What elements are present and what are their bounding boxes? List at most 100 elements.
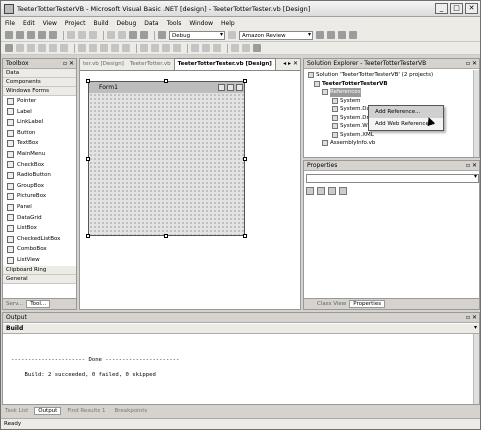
resize-handle-top-left[interactable]: [86, 79, 90, 83]
output-source-dropdown[interactable]: Build: [3, 323, 479, 334]
tree-reference-system[interactable]: System: [304, 97, 479, 106]
toolbox-icon[interactable]: [338, 31, 346, 39]
properties-icon[interactable]: [327, 31, 335, 39]
toolbox-item-groupbox[interactable]: GroupBox: [3, 181, 76, 192]
tab-class-view[interactable]: Class View: [314, 301, 349, 307]
nav-forward-icon[interactable]: [140, 31, 148, 39]
nav-back-icon[interactable]: [129, 31, 137, 39]
minimize-button[interactable]: _: [435, 3, 448, 14]
make-same-height-icon[interactable]: [100, 44, 108, 52]
menu-tools[interactable]: Tools: [167, 20, 182, 27]
align-rights-icon[interactable]: [27, 44, 35, 52]
toolbox-item-textbox[interactable]: TextBox: [3, 138, 76, 149]
tree-reference-system-xml[interactable]: System.XML: [304, 131, 479, 140]
vertical-spacing-icon[interactable]: [191, 44, 199, 52]
menu-help[interactable]: Help: [221, 20, 235, 27]
toolbox-item-combobox[interactable]: ComboBox: [3, 244, 76, 255]
size-to-grid-icon[interactable]: [122, 44, 130, 52]
resize-handle-right[interactable]: [243, 157, 247, 161]
tree-assemblyinfo[interactable]: AssemblyInfo.vb: [304, 139, 479, 148]
decrease-spacing-icon[interactable]: [162, 44, 170, 52]
resize-handle-top[interactable]: [164, 79, 168, 83]
tab-properties[interactable]: Properties: [349, 300, 386, 308]
menu-window[interactable]: Window: [189, 20, 213, 27]
solution-config-dropdown[interactable]: Debug: [169, 30, 225, 40]
tab-task-list[interactable]: Task List: [2, 408, 31, 414]
undo-icon[interactable]: [107, 31, 115, 39]
tab-server-explorer[interactable]: Serv...: [3, 301, 26, 307]
increase-spacing-icon[interactable]: [151, 44, 159, 52]
cut-icon[interactable]: [67, 31, 75, 39]
new-project-icon[interactable]: [5, 31, 13, 39]
toolbox-item-pointer[interactable]: Pointer: [3, 96, 76, 107]
toolbox-category-clipboard-ring[interactable]: Clipboard Ring: [3, 265, 76, 275]
tab-output[interactable]: Output: [34, 407, 62, 415]
pin-close-icon[interactable]: ▫ ✕: [466, 313, 477, 323]
toolbox-item-button[interactable]: Button: [3, 128, 76, 139]
menu-file[interactable]: File: [5, 20, 15, 27]
toolbox-category-components[interactable]: Components: [3, 78, 76, 87]
make-same-width-icon[interactable]: [89, 44, 97, 52]
object-selector-dropdown[interactable]: [306, 173, 479, 183]
toolbox-item-checkedlistbox[interactable]: CheckedListBox: [3, 234, 76, 245]
toolbox-item-datagrid[interactable]: DataGrid: [3, 213, 76, 224]
horizontal-spacing-icon[interactable]: [140, 44, 148, 52]
bring-to-front-icon[interactable]: [231, 44, 239, 52]
pin-close-icon[interactable]: ▫ ✕: [466, 59, 477, 69]
save-all-icon[interactable]: [49, 31, 57, 39]
maximize-button[interactable]: □: [450, 3, 463, 14]
redo-icon[interactable]: [118, 31, 126, 39]
toolbox-item-radiobutton[interactable]: RadioButton: [3, 170, 76, 181]
align-tops-icon[interactable]: [38, 44, 46, 52]
form1-designer[interactable]: Form1: [88, 81, 245, 236]
doc-tab-tester-design[interactable]: ter.vb [Design]: [80, 59, 127, 70]
toolbox-item-mainmenu[interactable]: MainMenu: [3, 149, 76, 160]
menu-view[interactable]: View: [43, 20, 57, 27]
add-item-icon[interactable]: [16, 31, 24, 39]
tab-toolbox[interactable]: Tool...: [26, 300, 51, 308]
resize-handle-left[interactable]: [86, 157, 90, 161]
tab-nav-close-icon[interactable]: ◂ ▸ ✕: [283, 60, 298, 67]
toolbox-category-data[interactable]: Data: [3, 69, 76, 78]
output-scrollbar[interactable]: [473, 334, 479, 404]
toolbox-item-checkbox[interactable]: CheckBox: [3, 160, 76, 171]
align-centers-icon[interactable]: [16, 44, 24, 52]
solution-explorer-icon[interactable]: [316, 31, 324, 39]
make-same-size-icon[interactable]: [111, 44, 119, 52]
align-lefts-icon[interactable]: [5, 44, 13, 52]
menu-project[interactable]: Project: [65, 20, 86, 27]
toolbox-item-label[interactable]: Label: [3, 107, 76, 118]
toolbox-item-listbox[interactable]: ListBox: [3, 223, 76, 234]
toolbox-category-windows-forms[interactable]: Windows Forms: [3, 87, 76, 96]
find-dropdown[interactable]: Amazon Review: [239, 30, 313, 40]
toolbox-category-general[interactable]: General: [3, 274, 76, 284]
pin-close-icon[interactable]: ▫ ✕: [63, 59, 74, 69]
align-bottoms-icon[interactable]: [60, 44, 68, 52]
close-button[interactable]: ✕: [465, 3, 478, 14]
properties-view-icon[interactable]: [328, 186, 336, 195]
send-to-back-icon[interactable]: [242, 44, 250, 52]
save-icon[interactable]: [38, 31, 46, 39]
lock-controls-icon[interactable]: [253, 44, 261, 52]
menu-build[interactable]: Build: [93, 20, 108, 27]
tree-project[interactable]: TeeterTotterTesterVB: [304, 80, 479, 89]
menu-edit[interactable]: Edit: [23, 20, 35, 27]
align-middles-icon[interactable]: [49, 44, 57, 52]
toolbox-item-panel[interactable]: Panel: [3, 202, 76, 213]
toolbox-item-linklabel[interactable]: LinkLabel: [3, 117, 76, 128]
doc-tab-teetertotter[interactable]: TeeterTotter.vb: [127, 59, 174, 70]
tab-find-results[interactable]: Find Results 1: [64, 408, 108, 414]
toolbox-item-picturebox[interactable]: PictureBox: [3, 191, 76, 202]
center-horizontally-icon[interactable]: [202, 44, 210, 52]
menu-debug[interactable]: Debug: [117, 20, 137, 27]
class-view-icon[interactable]: [349, 31, 357, 39]
start-debug-icon[interactable]: [158, 31, 166, 39]
center-vertically-icon[interactable]: [213, 44, 221, 52]
doc-tab-teetertottertester-design[interactable]: TeeterTotterTester.vb [Design]: [173, 58, 276, 70]
resize-handle-bottom-right[interactable]: [243, 234, 247, 238]
solution-explorer-scrollbar[interactable]: [473, 70, 479, 157]
copy-icon[interactable]: [78, 31, 86, 39]
tab-breakpoints[interactable]: Breakpoints: [111, 408, 150, 414]
resize-handle-bottom-left[interactable]: [86, 234, 90, 238]
menu-data[interactable]: Data: [144, 20, 158, 27]
